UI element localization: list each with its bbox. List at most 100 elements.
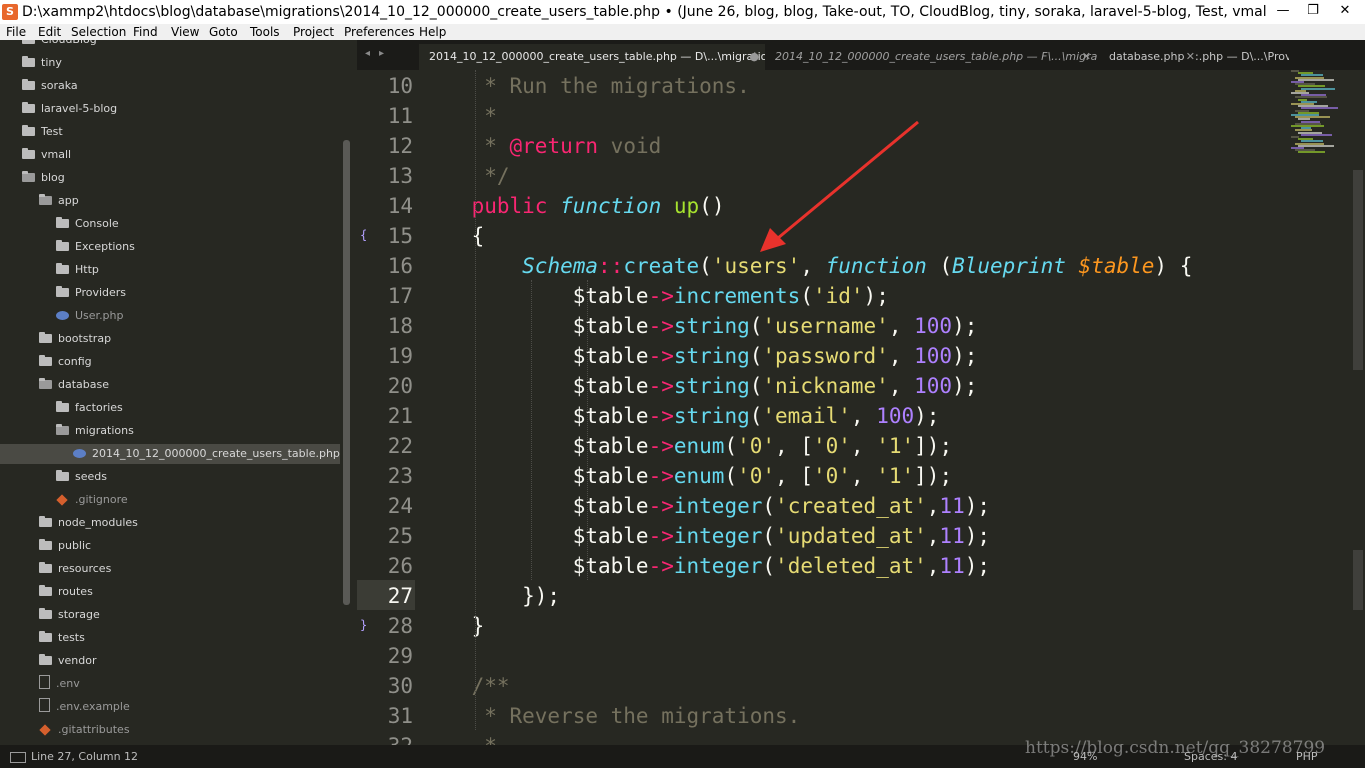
code-line: */ [421, 161, 509, 191]
sidebar-folder[interactable]: soraka [22, 76, 78, 96]
sidebar-file[interactable]: .gitattributes [39, 720, 130, 740]
git-icon [56, 494, 68, 506]
tab-create-users-table-f[interactable]: 2014_10_12_000000_create_users_table.php… [765, 44, 1097, 70]
tab-nav-left-icon[interactable]: ◂ [365, 48, 370, 59]
menu-tools[interactable]: Tools [250, 24, 280, 40]
sidebar-folder[interactable]: tests [39, 628, 85, 648]
sidebar-folder[interactable]: Exceptions [56, 237, 135, 257]
menu-preferences[interactable]: Preferences [344, 24, 415, 40]
code-token: -> [648, 344, 674, 368]
tab-label: database.php [1109, 50, 1185, 63]
menu-help[interactable]: Help [419, 24, 446, 40]
sidebar-folder[interactable]: public [39, 536, 91, 556]
code-token: 'id' [812, 284, 864, 308]
minimize-button[interactable]: — [1268, 0, 1298, 24]
code-token: -> [648, 464, 674, 488]
sidebar-file[interactable]: .gitignore [56, 490, 128, 510]
sidebar-folder[interactable]: vmall [22, 145, 71, 165]
menu-selection[interactable]: Selection [71, 24, 126, 40]
sidebar-file[interactable]: .env [39, 674, 80, 694]
sidebar-folder[interactable]: database [39, 375, 109, 395]
sidebar-folder[interactable]: vendor [39, 651, 96, 671]
code-area[interactable]: * Run the migrations. * * @return void *… [421, 70, 1321, 745]
menu-file[interactable]: File [6, 24, 26, 40]
tab-nav-right-icon[interactable]: ▸ [379, 48, 384, 59]
folder-icon [39, 332, 52, 343]
sidebar-folder[interactable]: seeds [56, 467, 107, 487]
indent-guide [531, 280, 532, 580]
sidebar-item-label: .gitignore [75, 493, 128, 506]
editor-scrollbar[interactable] [1353, 170, 1363, 370]
tab-create-users-table-d[interactable]: 2014_10_12_000000_create_users_table.php… [419, 44, 765, 70]
close-button[interactable]: ✕ [1330, 0, 1360, 24]
fold-marker-icon[interactable]: { [360, 228, 367, 242]
folder-open-icon [56, 424, 69, 435]
sidebar-folder[interactable]: Test [22, 122, 63, 142]
tab-provider[interactable]: :.php — D\...\Provic [1193, 44, 1289, 70]
code-token: ( [762, 554, 776, 578]
sidebar-folder[interactable]: resources [39, 559, 111, 579]
sidebar-file[interactable]: 2014_10_12_000000_create_users_table.php [73, 444, 340, 464]
code-editor[interactable]: 10 11 12 13 14 15 16 17 18 19 20 21 22 23 24 25 26 27 28 29… [357, 70, 1365, 745]
sidebar-folder[interactable]: bootstrap [39, 329, 111, 349]
sidebar-folder[interactable]: storage [39, 605, 100, 625]
sidebar-folder[interactable]: migrations [56, 421, 134, 441]
sidebar-item-label: Http [75, 263, 99, 276]
code-token: 'email' [762, 404, 851, 428]
code-token: -> [648, 404, 674, 428]
maximize-button[interactable]: ❐ [1298, 0, 1328, 24]
sidebar[interactable]: CloudBlog tiny soraka laravel-5-blog Test vma… [0, 40, 357, 745]
code-token: ( [762, 494, 776, 518]
folder-icon [39, 355, 52, 366]
sidebar-item-label: public [58, 539, 92, 552]
tab-database-php[interactable]: database.php ✕ [1099, 44, 1201, 70]
menu-project[interactable]: Project [293, 24, 334, 40]
sidebar-folder[interactable]: factories [56, 398, 123, 418]
sidebar-folder[interactable]: CloudBlog [22, 40, 97, 50]
sidebar-folder[interactable]: node_modules [39, 513, 138, 533]
menu-find[interactable]: Find [133, 24, 158, 40]
code-token: 'nickname' [762, 374, 889, 398]
php-elephant-icon [73, 449, 86, 458]
sidebar-folder[interactable]: config [39, 352, 92, 372]
sidebar-item-label: storage [58, 608, 100, 621]
menu-view[interactable]: View [171, 24, 199, 40]
editor-scrollbar-lower[interactable] [1353, 550, 1363, 610]
code-line: $table->increments('id'); [421, 281, 889, 311]
code-token: , [850, 464, 877, 488]
fold-marker-icon[interactable]: } [360, 618, 367, 632]
sidebar-folder[interactable]: routes [39, 582, 93, 602]
sidebar-file[interactable]: .env.example [39, 697, 130, 717]
tab-label: 2014_10_12_000000_create_users_table.php… [429, 50, 765, 63]
unsaved-dot-icon[interactable]: ● [749, 44, 759, 70]
sidebar-item-label: 2014_10_12_000000_create_users_table.php [92, 447, 340, 460]
folder-icon [56, 240, 69, 251]
sidebar-file[interactable]: User.php [56, 306, 124, 326]
sidebar-folder[interactable]: app [39, 191, 79, 211]
code-line: * @return void [421, 131, 661, 161]
code-token: ); [952, 374, 978, 398]
sidebar-scrollbar[interactable] [343, 140, 350, 605]
sidebar-folder[interactable]: tiny [22, 53, 62, 73]
sidebar-folder[interactable]: blog [22, 168, 65, 188]
minimap[interactable] [1289, 70, 1339, 160]
sidebar-folder[interactable]: Http [56, 260, 99, 280]
code-line: public function up() [421, 191, 725, 221]
sidebar-folder[interactable]: Providers [56, 283, 126, 303]
sidebar-folder[interactable]: laravel-5-blog [22, 99, 117, 119]
folder-icon [22, 79, 35, 90]
code-token: up [673, 194, 700, 218]
sidebar-item-label: tests [58, 631, 85, 644]
code-token: ]); [914, 434, 953, 458]
panel-toggle-icon[interactable] [10, 752, 26, 763]
menu-goto[interactable]: Goto [209, 24, 238, 40]
code-token: 100 [876, 404, 915, 428]
menu-edit[interactable]: Edit [38, 24, 61, 40]
line-number: 19 [387, 344, 413, 368]
line-number: 12 [387, 134, 413, 158]
close-icon[interactable]: ✕ [1082, 44, 1091, 70]
file-icon [39, 698, 50, 712]
sidebar-folder[interactable]: Console [56, 214, 119, 234]
code-token: function [825, 254, 927, 278]
